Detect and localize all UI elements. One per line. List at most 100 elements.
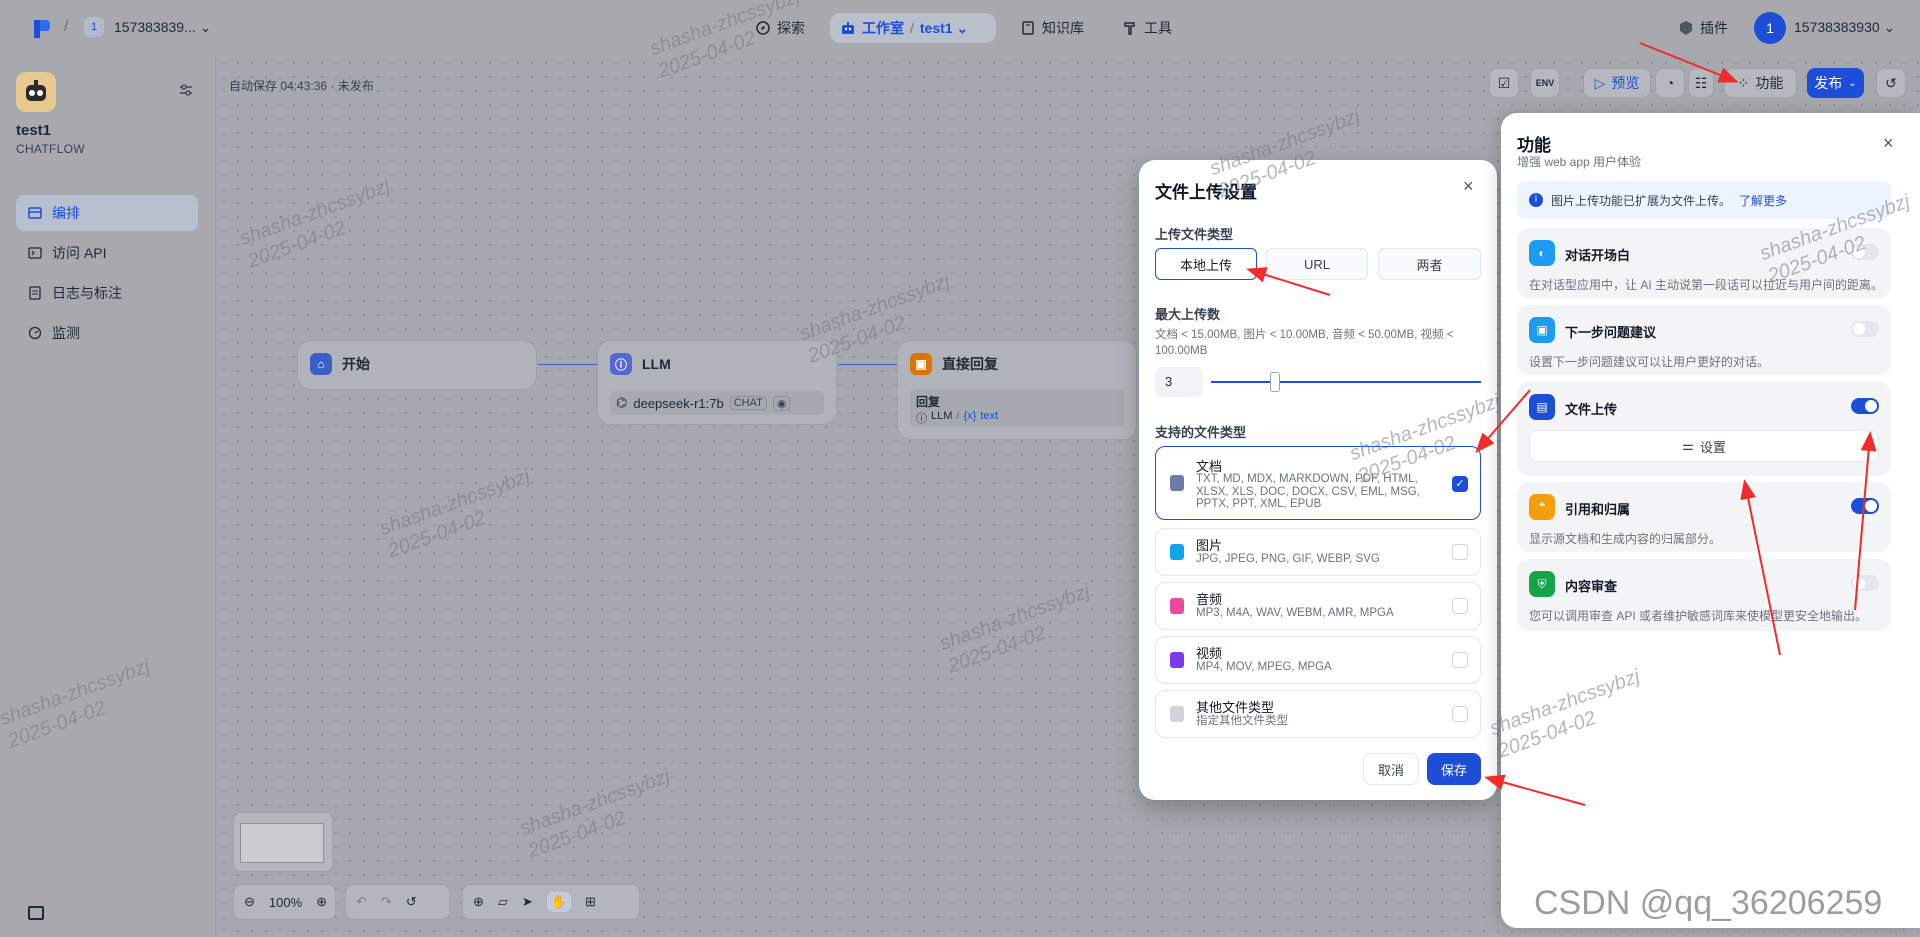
file-type-checkbox[interactable] <box>1452 544 1468 560</box>
nav-studio[interactable]: 工作室 / test1 ⌄ <box>830 13 996 43</box>
history-icon: ↺ <box>1885 74 1897 91</box>
feature-name: 引用和归属 <box>1565 502 1631 517</box>
node-llm[interactable]: ⓘ LLM ⌬ deepseek-r1:7b CHAT ◉ <box>597 340 837 425</box>
sliders-icon[interactable] <box>178 82 194 98</box>
answer-variable: ⓘ LLM / {x} text <box>916 410 1118 426</box>
undo-icon[interactable]: ↶ <box>356 894 367 910</box>
list-icon: ☷ <box>1694 74 1708 91</box>
node-answer-title: 直接回复 <box>942 356 998 372</box>
shield-icon: ⛨ <box>1529 571 1555 597</box>
upload-type-both[interactable]: 两者 <box>1378 248 1481 280</box>
organize-icon[interactable]: ⊞ <box>585 894 596 910</box>
account-menu[interactable]: 15738383930 ⌄ <box>1794 19 1895 36</box>
pointer-icon[interactable]: ➤ <box>522 894 533 910</box>
app-logo-icon[interactable] <box>32 16 52 40</box>
sidebar-item-monitor[interactable]: 监测 <box>16 315 198 351</box>
history-icon[interactable]: ↺ <box>406 894 417 910</box>
zoom-level[interactable]: 100% <box>269 895 302 910</box>
plugins-button[interactable]: 插件 <box>1678 18 1728 38</box>
preview-button[interactable]: ▷ 预览 <box>1583 68 1651 98</box>
upload-type-local[interactable]: 本地上传 <box>1155 248 1257 280</box>
compass-icon <box>756 21 770 35</box>
sliders-icon: ⚌ <box>1682 438 1694 453</box>
redo-icon[interactable]: ↷ <box>381 894 392 910</box>
workspace-selector[interactable]: 157383839... ⌄ <box>114 19 211 36</box>
minimap[interactable] <box>233 812 333 872</box>
settings-label: 设置 <box>1699 439 1726 455</box>
history-run-button[interactable]: ◔ <box>1655 68 1685 98</box>
robot-icon <box>842 22 854 34</box>
file-type-name: 其他文件类型 <box>1196 700 1275 715</box>
node-llm-title: LLM <box>642 356 671 372</box>
hand-icon[interactable]: ✋ <box>546 892 571 912</box>
info-text: 图片上传功能已扩展为文件上传。 <box>1551 193 1732 208</box>
node-start[interactable]: ⌂ 开始 <box>297 340 537 390</box>
robot-face-icon <box>26 80 46 101</box>
close-icon[interactable]: × <box>1883 133 1894 154</box>
file-upload-settings-button[interactable]: ⚌ 设置 <box>1529 430 1879 462</box>
feature-name: 文件上传 <box>1565 402 1618 417</box>
checklist-button[interactable]: ☑ <box>1489 68 1519 98</box>
env-button[interactable]: ENV <box>1530 68 1560 98</box>
file-type-checkbox[interactable] <box>1452 598 1468 614</box>
avatar[interactable]: 1 <box>1754 12 1786 44</box>
feature-toggle[interactable] <box>1851 398 1879 414</box>
slider-handle[interactable] <box>1270 372 1280 392</box>
zoom-out-icon[interactable]: ⊖ <box>244 894 255 910</box>
answer-icon: ▣ <box>910 353 932 375</box>
add-note-icon[interactable]: ▱ <box>498 894 508 910</box>
file-type-audio[interactable]: 音频 MP3, M4A, WAV, WEBM, AMR, MPGA <box>1155 582 1481 630</box>
feature-toggle[interactable] <box>1851 321 1879 337</box>
feature-toggle[interactable] <box>1851 575 1879 591</box>
file-type-other[interactable]: 其他文件类型 指定其他文件类型 <box>1155 690 1481 738</box>
max-upload-input[interactable]: 3 <box>1155 367 1203 397</box>
feature-name: 内容审查 <box>1565 579 1618 594</box>
file-type-checkbox[interactable] <box>1452 652 1468 668</box>
add-node-icon[interactable]: ⊕ <box>473 894 484 910</box>
sidebar-item-logs[interactable]: 日志与标注 <box>16 275 198 311</box>
variables-button[interactable]: ☷ <box>1688 68 1714 98</box>
features-button[interactable]: ⁘ 功能 <box>1724 68 1797 98</box>
file-type-extensions: TXT, MD, MDX, MARKDOWN, PDF, HTML, XLSX,… <box>1196 473 1420 510</box>
llm-model-chip: ⌬ deepseek-r1:7b CHAT ◉ <box>610 391 824 415</box>
zoom-in-icon[interactable]: ⊕ <box>316 894 327 910</box>
file-type-checkbox[interactable] <box>1452 706 1468 722</box>
nav-explore[interactable]: 探索 <box>745 13 815 43</box>
feature-toggle[interactable] <box>1851 498 1879 514</box>
version-history-button[interactable]: ↺ <box>1876 68 1906 98</box>
eye-icon: ◉ <box>772 395 791 411</box>
file-type-document[interactable]: 文档 TXT, MD, MDX, MARKDOWN, PDF, HTML, XL… <box>1155 446 1481 520</box>
cancel-button[interactable]: 取消 <box>1363 753 1419 785</box>
save-button[interactable]: 保存 <box>1427 753 1481 785</box>
file-type-name: 图片 <box>1196 538 1223 553</box>
edge-start-llm <box>538 364 597 365</box>
app-switcher[interactable]: test1 ⌄ <box>920 20 968 37</box>
file-type-video[interactable]: 视频 MP4, MOV, MPEG, MPGA <box>1155 636 1481 684</box>
nav-tools[interactable]: 工具 <box>1112 13 1182 43</box>
feature-opening-statement: ◐ 对话开场白 在对话型应用中，让 AI 主动说第一段话可以拉近与用户间的距离。 <box>1517 228 1891 298</box>
learn-more-link[interactable]: 了解更多 <box>1739 192 1787 209</box>
variable-x-icon: {x} <box>963 410 977 422</box>
plugins-label: 插件 <box>1700 20 1728 36</box>
feature-desc: 在对话型应用中，让 AI 主动说第一段话可以拉近与用户间的距离。 <box>1529 278 1884 292</box>
app-type: CHATFLOW <box>16 142 85 156</box>
sidebar-item-api[interactable]: 访问 API <box>16 235 198 271</box>
feature-desc: 您可以调用审查 API 或者维护敏感词库来使模型更安全地输出。 <box>1529 609 1868 623</box>
file-type-image[interactable]: 图片 JPG, JPEG, PNG, GIF, WEBP, SVG <box>1155 528 1481 576</box>
sidebar-item-orchestrate[interactable]: 编排 <box>16 195 198 231</box>
max-upload-slider[interactable] <box>1211 381 1481 383</box>
llm-mode-badge: CHAT <box>729 396 767 410</box>
feature-desc: 设置下一步问题建议可以让用户更好的对话。 <box>1529 355 1770 369</box>
nav-knowledge[interactable]: 知识库 <box>1010 13 1094 43</box>
collapse-sidebar-icon[interactable] <box>28 906 44 920</box>
node-answer[interactable]: ▣ 直接回复 回复 ⓘ LLM / {x} text <box>897 340 1137 440</box>
upload-type-url[interactable]: URL <box>1266 248 1368 280</box>
clock-icon: ◔ <box>1665 75 1675 91</box>
file-type-checkbox[interactable]: ✓ <box>1452 476 1468 492</box>
close-icon[interactable]: × <box>1463 176 1474 197</box>
publish-button[interactable]: 发布 ⌄ <box>1807 68 1864 98</box>
features-label: 功能 <box>1755 75 1784 91</box>
feature-toggle[interactable] <box>1851 244 1879 260</box>
chevron-down-icon: ⌄ <box>1848 77 1857 89</box>
variable-source-icon: ⓘ <box>916 413 927 425</box>
